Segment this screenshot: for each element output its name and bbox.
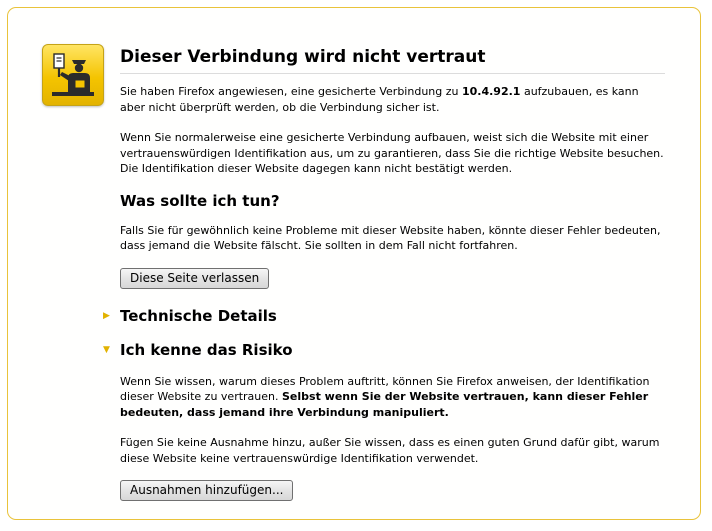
risk-paragraph: Wenn Sie wissen, warum dieses Problem au… — [120, 374, 665, 421]
page-title: Dieser Verbindung wird nicht vertraut — [120, 46, 665, 74]
explanation-paragraph: Wenn Sie normalerweise eine gesicherte V… — [120, 131, 664, 175]
what-to-do-text: Falls Sie für gewöhnlich keine Probleme … — [120, 223, 661, 253]
expand-arrow-icon: ▶ — [103, 310, 110, 321]
what-to-do-heading: Was sollte ich tun? — [120, 191, 280, 210]
error-content: Dieser Verbindung wird nicht vertraut Si… — [103, 46, 665, 501]
error-page-card: Dieser Verbindung wird nicht vertraut Si… — [7, 7, 701, 520]
technical-details-expander[interactable]: ▶ Technische Details — [103, 306, 665, 326]
technical-details-heading[interactable]: Technische Details — [120, 306, 665, 326]
exception-paragraph: Fügen Sie keine Ausnahme hinzu, außer Si… — [120, 436, 660, 465]
intro-paragraph: Sie haben Firefox angewiesen, eine gesic… — [120, 84, 665, 115]
host-name: 10.4.92.1 — [461, 85, 521, 98]
security-officer-icon — [42, 44, 104, 106]
risk-heading[interactable]: Ich kenne das Risiko — [120, 340, 665, 360]
collapse-arrow-icon: ▼ — [103, 344, 110, 355]
add-exception-button[interactable]: Ausnahmen hinzufügen... — [120, 480, 294, 501]
leave-page-button[interactable]: Diese Seite verlassen — [120, 267, 270, 289]
risk-expander[interactable]: ▼ Ich kenne das Risiko — [103, 340, 665, 360]
intro-prefix: Sie haben Firefox angewiesen, eine gesic… — [120, 85, 462, 98]
security-officer-glyph — [52, 53, 94, 96]
